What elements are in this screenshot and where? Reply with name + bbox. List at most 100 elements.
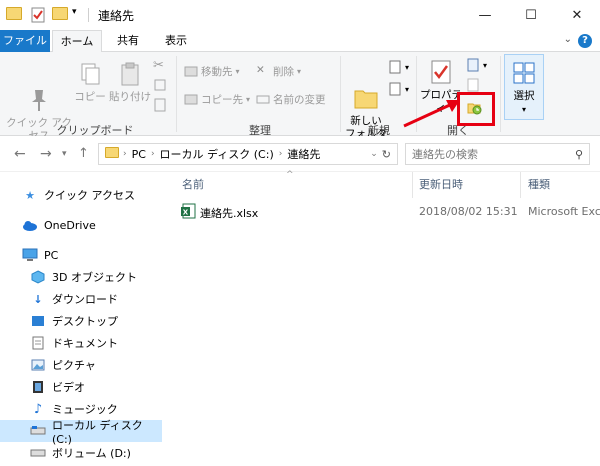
download-arrow-icon: ↓ — [33, 292, 43, 306]
table-row[interactable]: X 連絡先.xlsx 2018/08/02 15:31 Microsoft Ex… — [168, 202, 600, 222]
new-folder-icon — [352, 71, 380, 109]
help-icon[interactable]: ? — [578, 34, 592, 48]
folder-icon — [105, 147, 119, 161]
picture-icon — [30, 358, 46, 372]
new-folder-quick-icon[interactable] — [52, 7, 68, 20]
cut-button[interactable]: ✂ — [153, 56, 167, 74]
nav-item-label: PC — [44, 248, 59, 262]
rename-icon — [256, 92, 270, 106]
computer-icon — [22, 248, 38, 262]
properties-quick-icon[interactable] — [30, 7, 46, 23]
copy-path-button[interactable] — [153, 76, 167, 94]
desktop-icon — [30, 314, 46, 328]
film-icon — [30, 380, 46, 394]
column-separator[interactable] — [520, 172, 521, 198]
nav-item-pc[interactable]: PC — [22, 244, 184, 266]
copy-path-icon — [153, 78, 167, 92]
file-type: Microsoft Exce — [528, 205, 600, 218]
rename-label: 名前の変更 — [273, 93, 326, 106]
cube-icon — [30, 270, 46, 284]
address-bar[interactable]: › PC › ローカル ディスク (C:) › 連絡先 ⌄ ↻ — [98, 143, 398, 165]
scissors-icon: ✂ — [153, 58, 164, 73]
nav-item-label: ビデオ — [52, 381, 85, 394]
drive-icon — [30, 424, 46, 438]
nav-item-label: クイック アクセス — [44, 189, 135, 202]
select-label: 選択 — [513, 90, 535, 102]
close-button[interactable]: ✕ — [554, 0, 600, 30]
group-separator — [176, 56, 177, 132]
column-header-modified[interactable]: 更新日時 — [419, 172, 463, 198]
move-to-button[interactable]: 移動先 ▾ — [184, 62, 240, 80]
file-name: 連絡先.xlsx — [200, 207, 259, 220]
copy-to-icon — [184, 92, 198, 106]
nav-item-onedrive[interactable]: OneDrive — [22, 214, 184, 236]
delete-icon: ✕ — [256, 64, 265, 76]
chevron-down-icon[interactable]: ⌄ — [564, 34, 572, 45]
copy-to-label: コピー先 — [201, 93, 243, 106]
nav-item-label: デスクトップ — [52, 315, 118, 328]
address-dropdown-icon[interactable]: ⌄ — [370, 149, 382, 159]
select-button[interactable]: 選択 ▾ — [504, 54, 544, 120]
tab-file[interactable]: ファイル — [0, 30, 50, 52]
paste-label: 貼り付け — [109, 91, 151, 103]
paste-button[interactable]: 貼り付け — [108, 60, 152, 104]
copy-icon — [76, 60, 104, 88]
nav-item-label: ミュージック — [52, 403, 118, 416]
sort-ascending-icon: ^ — [286, 170, 294, 180]
minimize-button[interactable]: — — [462, 0, 508, 30]
ribbon-tabs: ファイル ホーム 共有 表示 — [0, 30, 600, 53]
up-arrow-icon[interactable]: ↑ — [78, 146, 89, 161]
drive-icon — [30, 446, 46, 460]
column-header-type[interactable]: 種類 — [528, 172, 550, 198]
chevron-down-icon: ▾ — [521, 105, 526, 114]
group-separator — [500, 56, 501, 132]
tab-view[interactable]: 表示 — [156, 30, 196, 52]
tab-home[interactable]: ホーム — [52, 30, 102, 53]
recent-locations-icon[interactable]: ▾ — [62, 149, 67, 159]
open-button[interactable]: ▾ — [466, 56, 487, 74]
properties-icon — [427, 58, 455, 86]
forward-arrow-icon[interactable]: → — [40, 146, 52, 162]
new-item-button[interactable]: ▾ — [388, 58, 409, 76]
nav-item-quick-access[interactable]: ★ クイック アクセス — [22, 184, 184, 206]
breadcrumb-local-disk[interactable]: ローカル ディスク (C:) — [155, 146, 279, 162]
svg-text:X: X — [183, 209, 189, 217]
excel-file-icon: X — [180, 203, 196, 222]
music-note-icon: ♪ — [33, 401, 43, 417]
pin-icon — [25, 73, 53, 111]
search-input[interactable]: 連絡先の検索 ⚲ — [405, 143, 590, 165]
star-icon: ★ — [25, 188, 35, 202]
nav-item-label: ドキュメント — [52, 337, 118, 350]
window-title: 連絡先 — [98, 9, 135, 23]
folder-icon — [6, 7, 22, 20]
customize-quick-access-icon[interactable]: ▾ — [72, 7, 77, 17]
file-list: ^ 名前 更新日時 種類 X 連絡先.xlsx 2018/08/02 15:31… — [168, 170, 600, 466]
column-separator[interactable] — [412, 172, 413, 198]
nav-item-local-disk[interactable]: ローカル ディスク (C:) — [0, 419, 162, 446]
refresh-icon[interactable]: ↻ — [382, 148, 397, 161]
breadcrumb-current[interactable]: 連絡先 — [282, 146, 325, 162]
breadcrumb-pc[interactable]: PC — [127, 148, 151, 161]
maximize-button[interactable]: ☐ — [508, 0, 554, 30]
new-item-icon — [388, 60, 402, 74]
move-to-icon — [184, 64, 198, 78]
tab-share[interactable]: 共有 — [108, 30, 148, 52]
select-icon — [510, 59, 538, 87]
title-bar: ▾ 連絡先 — ☐ ✕ — [0, 0, 600, 30]
copy-button[interactable]: コピー — [74, 60, 106, 104]
paste-shortcut-icon — [153, 98, 167, 112]
back-arrow-icon[interactable]: ← — [14, 146, 26, 162]
column-header-name[interactable]: 名前 — [182, 172, 204, 198]
document-icon — [30, 336, 46, 350]
search-placeholder: 連絡先の検索 — [412, 148, 478, 161]
rename-button[interactable]: 名前の変更 — [256, 90, 326, 108]
delete-label: 削除 — [273, 65, 294, 78]
navigation-pane: ★ クイック アクセス OneDrive PC 3D オブジェクト ↓ ダウンロ… — [0, 172, 168, 466]
nav-item-label: 3D オブジェクト — [52, 271, 137, 284]
group-separator — [340, 56, 341, 132]
title-separator — [88, 8, 89, 22]
annotation-highlight-box — [457, 92, 495, 126]
paste-shortcut-button[interactable] — [153, 96, 167, 114]
copy-to-button[interactable]: コピー先 ▾ — [184, 90, 250, 108]
delete-button[interactable]: ✕ 削除 ▾ — [256, 62, 301, 80]
